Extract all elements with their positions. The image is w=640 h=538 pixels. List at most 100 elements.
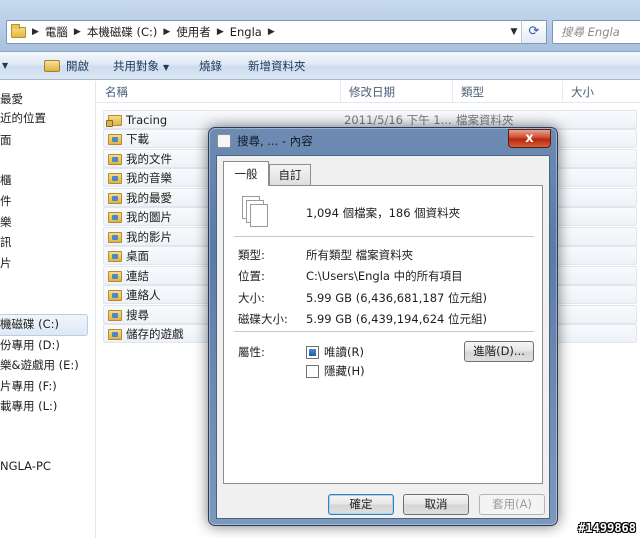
pictures-folder-icon <box>108 212 122 223</box>
nav-item-drive-c[interactable]: 機磁碟 (C:) <box>0 315 59 334</box>
disk-size-label: 磁碟大小: <box>238 312 288 326</box>
videos-folder-icon <box>108 232 122 243</box>
nav-item-pictures[interactable]: 片 <box>0 254 12 273</box>
burn-button[interactable]: 燒錄 <box>199 52 222 80</box>
tab-general[interactable]: 一般 <box>223 161 269 186</box>
breadcrumb-engla[interactable]: Engla <box>230 25 262 39</box>
nav-item-network-pc[interactable]: NGLA-PC <box>0 457 51 476</box>
breadcrumb-drive-c[interactable]: 本機磁碟 (C:) <box>87 24 158 40</box>
music-folder-icon <box>108 173 122 184</box>
nav-item-desktop[interactable]: 面 <box>0 131 12 150</box>
breadcrumb-separator-icon[interactable]: ▶ <box>163 27 170 37</box>
chevron-down-icon: ▼ <box>163 63 170 72</box>
breadcrumb-separator-icon[interactable]: ▶ <box>268 27 275 37</box>
organize-caret-icon[interactable]: ▼ <box>2 52 8 80</box>
close-button[interactable]: x <box>508 129 551 148</box>
breadcrumb-separator-icon[interactable]: ▶ <box>217 27 224 37</box>
file-name: 連結 <box>126 269 149 283</box>
cancel-button[interactable]: 取消 <box>403 494 469 515</box>
location-label: 位置: <box>238 269 265 283</box>
file-name: 搜尋 <box>126 308 149 322</box>
file-name: 連絡人 <box>126 288 161 302</box>
documents-folder-icon <box>108 154 122 165</box>
search-input[interactable]: 搜尋 Engla <box>552 20 640 44</box>
ok-button[interactable]: 確定 <box>328 494 394 515</box>
multiple-files-icon <box>242 196 270 228</box>
nav-item-recent-places[interactable]: 近的位置 <box>0 109 46 128</box>
open-button[interactable]: 開啟 <box>44 52 89 80</box>
nav-item-drive-e[interactable]: 樂&遊戲用 (E:) <box>0 356 79 375</box>
new-folder-button[interactable]: 新增資料夾 <box>248 52 306 80</box>
column-date-modified[interactable]: 修改日期 <box>340 81 452 103</box>
breadcrumb-separator-icon[interactable]: ▶ <box>32 27 39 37</box>
hidden-checkbox[interactable] <box>306 365 319 378</box>
navigation-pane: 最愛 近的位置 面 櫃 件 樂 訊 片 機磁碟 (C:) 份專用 (D:) 樂&… <box>0 81 96 538</box>
readonly-checkbox[interactable] <box>306 346 319 359</box>
file-name: 我的最愛 <box>126 191 172 205</box>
address-box[interactable]: ▶ 電腦 ▶ 本機磁碟 (C:) ▶ 使用者 ▶ Engla ▶ ▼ <box>6 20 546 44</box>
breadcrumb-users[interactable]: 使用者 <box>176 24 211 40</box>
open-folder-icon <box>44 60 60 72</box>
open-label: 開啟 <box>66 59 89 73</box>
breadcrumb-separator-icon[interactable]: ▶ <box>74 27 81 37</box>
file-name: 我的圖片 <box>126 210 172 224</box>
general-tab-panel: 1,094 個檔案，186 個資料夾 類型: 所有類型 檔案資料夾 位置: C:… <box>223 185 543 484</box>
nav-item-videos[interactable]: 訊 <box>0 233 12 252</box>
document-icon <box>217 134 231 148</box>
type-label: 類型: <box>238 248 265 262</box>
favorites-folder-icon <box>108 193 122 204</box>
dialog-title: 搜尋, ... - 內容 <box>217 128 487 155</box>
file-name: Tracing <box>126 113 168 127</box>
desktop-folder-icon <box>108 251 122 262</box>
nav-item-music[interactable]: 樂 <box>0 213 12 232</box>
column-type[interactable]: 類型 <box>452 81 562 103</box>
share-with-button[interactable]: 共用對象 ▼ <box>113 52 169 80</box>
column-name[interactable]: 名稱 <box>97 81 340 103</box>
size-value: 5.99 GB (6,436,681,187 位元組) <box>306 291 487 305</box>
watermark: #1499868 <box>578 521 636 535</box>
advanced-button[interactable]: 進階(D)... <box>464 341 534 362</box>
size-label: 大小: <box>238 291 265 305</box>
nav-item-favorites[interactable]: 最愛 <box>0 90 23 109</box>
disk-size-value: 5.99 GB (6,439,194,624 位元組) <box>306 312 487 326</box>
column-header: 名稱 修改日期 類型 大小 <box>97 81 640 103</box>
share-with-label: 共用對象 <box>113 59 159 73</box>
contacts-folder-icon <box>108 290 122 301</box>
nav-item-drive-d[interactable]: 份專用 (D:) <box>0 336 60 355</box>
command-bar: ▼ 開啟 共用對象 ▼ 燒錄 新增資料夾 <box>0 52 640 80</box>
downloads-folder-icon <box>108 134 122 145</box>
file-name: 桌面 <box>126 249 149 263</box>
new-folder-label: 新增資料夾 <box>248 59 306 73</box>
file-name: 下載 <box>126 132 149 146</box>
dialog-body: 一般 自訂 1,094 個檔案，186 個資料夾 類型: 所有類型 檔案資料夾 … <box>216 155 550 519</box>
file-name: 我的影片 <box>126 230 172 244</box>
links-folder-icon <box>108 271 122 282</box>
properties-dialog: 搜尋, ... - 內容 x 一般 自訂 1,094 個檔案，186 個資料夾 … <box>208 127 558 526</box>
readonly-label[interactable]: 唯讀(R) <box>324 344 364 360</box>
saved-games-folder-icon <box>108 329 122 340</box>
attributes-label: 屬性: <box>238 345 265 359</box>
nav-item-drive-l[interactable]: 載專用 (L:) <box>0 397 57 416</box>
nav-item-drive-f[interactable]: 片專用 (F:) <box>0 377 57 396</box>
file-name: 儲存的遊戲 <box>126 327 184 341</box>
refresh-icon: ⟳ <box>528 24 540 39</box>
tab-custom[interactable]: 自訂 <box>269 164 311 185</box>
column-size[interactable]: 大小 <box>562 81 640 103</box>
divider <box>234 236 534 237</box>
folder-icon <box>106 115 122 127</box>
nav-item-documents[interactable]: 件 <box>0 192 12 211</box>
item-count: 1,094 個檔案，186 個資料夾 <box>306 206 461 220</box>
file-name: 我的文件 <box>126 152 172 166</box>
dialog-title-text: 搜尋, ... - 內容 <box>237 134 313 148</box>
location-value: C:\Users\Engla 中的所有項目 <box>306 269 463 283</box>
burn-label: 燒錄 <box>199 59 222 73</box>
apply-button[interactable]: 套用(A) <box>479 494 545 515</box>
breadcrumb-computer[interactable]: 電腦 <box>45 24 68 40</box>
nav-item-libraries[interactable]: 櫃 <box>0 171 12 190</box>
hidden-label[interactable]: 隱藏(H) <box>324 363 365 379</box>
refresh-button[interactable]: ⟳ <box>521 20 547 44</box>
address-bar-row: ▶ 電腦 ▶ 本機磁碟 (C:) ▶ 使用者 ▶ Engla ▶ ▼ ⟳ 搜尋 … <box>0 0 640 52</box>
chevron-down-icon[interactable]: ▼ <box>507 24 521 40</box>
file-name: 我的音樂 <box>126 171 172 185</box>
searches-folder-icon <box>108 310 122 321</box>
